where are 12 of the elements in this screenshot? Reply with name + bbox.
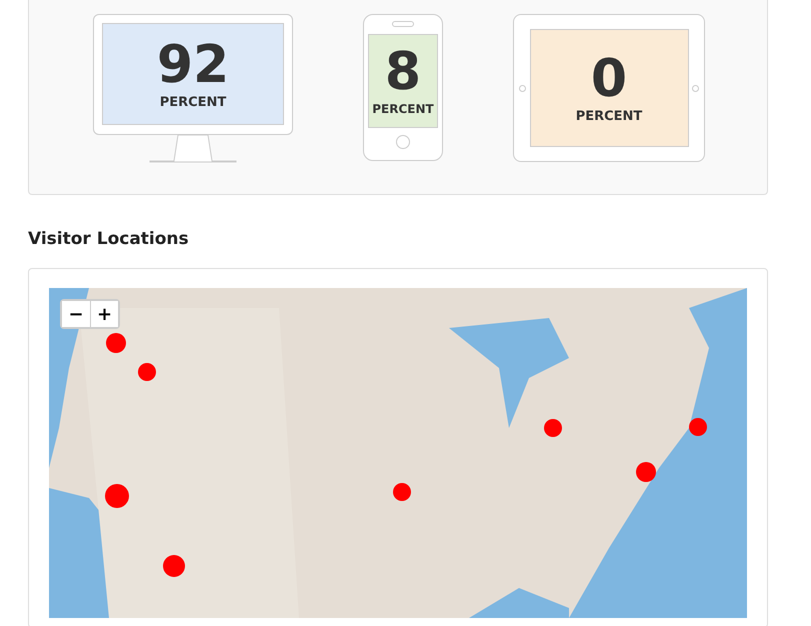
section-title: Visitor Locations [28, 229, 190, 249]
speaker-icon [392, 21, 414, 27]
camera-icon [519, 85, 526, 92]
percent-label: PERCENT [576, 108, 642, 124]
zoom-in-button[interactable]: + [90, 301, 118, 327]
percent-label: PERCENT [372, 102, 434, 116]
percent-value: 92 [156, 38, 230, 90]
percent-label: PERCENT [160, 94, 226, 110]
percent-value: 8 [384, 46, 422, 98]
home-button-icon [396, 135, 410, 149]
percent-value: 0 [590, 52, 628, 104]
home-button-icon [692, 85, 699, 92]
